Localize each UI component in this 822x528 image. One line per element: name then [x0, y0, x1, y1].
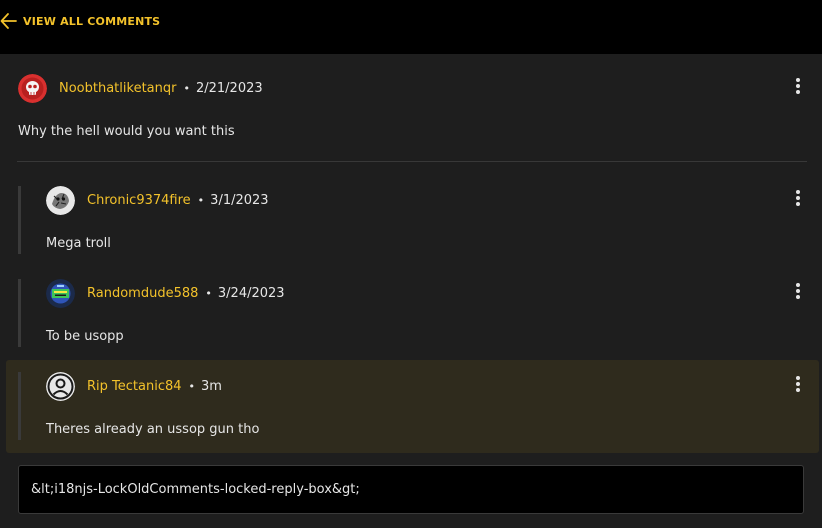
comments-top-bar: VIEW ALL COMMENTS: [0, 0, 822, 54]
separator-dot: •: [197, 193, 205, 207]
reply-thread-line: [18, 372, 21, 440]
comment-text: Mega troll: [46, 236, 111, 251]
skull-avatar-icon: [18, 73, 47, 103]
comment-date: 2/21/2023: [195, 80, 263, 96]
comment-header: Rip Tectanic84 • 3m: [46, 370, 222, 402]
username-link[interactable]: Randomdude588: [87, 286, 198, 301]
locked-reply-text: &lt;i18njs-LockOldComments-locked-reply-…: [31, 482, 360, 497]
reply-thread-line: [18, 186, 21, 254]
reply-thread-line: [18, 279, 21, 347]
separator-dot: •: [183, 81, 190, 95]
avatar[interactable]: [46, 278, 75, 308]
username-link[interactable]: Rip Tectanic84: [87, 379, 182, 394]
separator-dot: •: [205, 286, 212, 300]
more-vertical-icon[interactable]: [790, 374, 806, 394]
default-user-avatar-icon: [46, 371, 75, 401]
comment-text: To be usopp: [46, 329, 124, 344]
avatar[interactable]: [46, 371, 75, 401]
more-vertical-icon[interactable]: [790, 76, 806, 96]
view-all-comments-label: VIEW ALL COMMENTS: [23, 14, 161, 28]
comment-text: Why the hell would you want this: [18, 124, 235, 139]
comment-header: Chronic9374fire • 3/1/2023: [46, 184, 269, 216]
comment-header: Randomdude588 • 3/24/2023: [46, 277, 285, 309]
more-vertical-icon[interactable]: [790, 188, 806, 208]
comment-date: 3m: [201, 378, 222, 394]
sketch-avatar-icon: [46, 185, 75, 215]
divider: [17, 161, 807, 162]
badge-avatar-icon: [46, 278, 75, 308]
locked-reply-box: &lt;i18njs-LockOldComments-locked-reply-…: [18, 465, 804, 514]
avatar[interactable]: [18, 73, 47, 103]
comment-header: Noobthatliketanqr • 2/21/2023: [18, 72, 263, 104]
separator-dot: •: [188, 379, 196, 393]
comment-date: 3/1/2023: [210, 192, 269, 208]
comment-date: 3/24/2023: [217, 285, 285, 301]
username-link[interactable]: Noobthatliketanqr: [59, 81, 176, 96]
comment-text: Theres already an ussop gun tho: [46, 422, 260, 437]
view-all-comments-link[interactable]: VIEW ALL COMMENTS: [0, 11, 160, 31]
avatar[interactable]: [46, 185, 75, 215]
arrow-left-icon: [0, 12, 18, 30]
more-vertical-icon[interactable]: [790, 281, 806, 301]
username-link[interactable]: Chronic9374fire: [87, 193, 191, 208]
